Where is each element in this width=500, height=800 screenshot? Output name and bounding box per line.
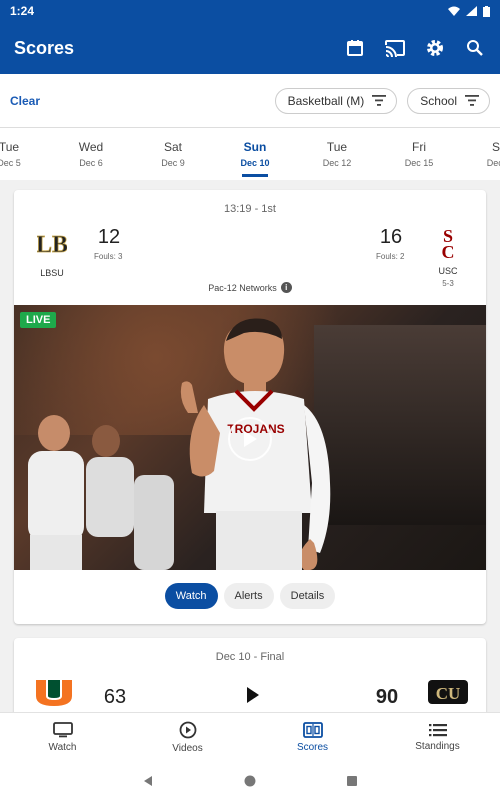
back-icon[interactable] [142,775,154,787]
date-dow: Sun [243,140,267,154]
away-score: 12 [97,226,121,248]
status-bar: 1:24 [0,0,500,22]
status-time: 1:24 [10,4,35,18]
app-bar: Scores [0,22,500,74]
filter-bar: Clear Basketball (M) School [0,74,500,128]
wifi-icon [448,6,460,16]
game-status: Dec 10 - Final [215,651,285,663]
game-actions: Watch Alerts Details [14,583,486,609]
home-score: 16 [379,226,403,248]
school-filter-chip[interactable]: School [407,87,490,114]
bottom-navigation: Watch Videos Scores Standings [0,712,500,762]
nav-scores-label: Scores [296,742,329,753]
page-title: Scores [14,37,75,58]
home-score: 90 [375,686,399,708]
play-icon [244,431,257,447]
nav-watch-label: Watch [48,742,77,753]
date-label: Dec 10 [240,158,270,168]
date-tab-selected[interactable]: Sun Dec 10 [214,128,296,180]
cast-icon[interactable] [384,37,406,59]
nav-scores[interactable]: Scores [250,713,375,762]
usc-logo-icon: SC [442,226,455,262]
date-tab[interactable]: Tue Dec 5 [0,128,50,180]
date-tab[interactable]: Sat Dec 16 [460,128,500,180]
home-team-abbr: USC [438,266,458,276]
date-dow: Wed [78,140,104,154]
scoreboard-icon [302,722,323,738]
clear-filters-button[interactable]: Clear [10,94,265,108]
nav-standings-label: Standings [415,741,460,752]
nav-watch[interactable]: Watch [0,713,125,762]
home-icon[interactable] [244,775,256,787]
live-badge: LIVE [20,312,57,328]
play-circle-icon [179,721,196,739]
settings-icon[interactable] [424,37,446,59]
info-icon[interactable]: i [280,282,292,293]
date-tab[interactable]: Fri Dec 15 [378,128,460,180]
date-tab[interactable]: Wed Dec 6 [50,128,132,180]
date-selector: Tue Dec 5 Wed Dec 6 Sat Dec 9 Sun Dec 10 Tue… [0,128,500,180]
away-team-abbr: LBSU [40,268,64,278]
date-label: Dec 16 [486,158,500,168]
lbsu-logo-icon: LB [36,232,69,259]
play-icon[interactable] [246,686,260,704]
search-icon[interactable] [464,37,486,59]
date-label: Dec 5 [0,158,21,168]
date-label: Dec 12 [322,158,352,168]
live-video-player[interactable]: TROJANS LIVE [14,305,486,570]
date-label: Dec 15 [404,158,434,168]
miami-logo-icon [36,680,72,706]
date-dow: Sat [163,140,182,154]
network-label: Pac-12 Networks [208,282,277,293]
battery-icon [483,5,490,17]
nav-standings[interactable]: Standings [375,713,500,762]
date-label: Dec 9 [161,158,185,168]
sport-filter-label: Basketball (M) [287,93,365,108]
away-fouls: Fouls: 3 [94,252,123,261]
date-tab[interactable]: Tue Dec 12 [296,128,378,180]
list-icon [428,724,447,737]
tv-icon [52,722,73,738]
svg-text:CU: CU [436,684,461,703]
date-dow: Fri [412,140,426,154]
date-dow: Tue [326,140,348,154]
game-card[interactable]: Dec 10 - Final 63 90 CU [14,638,486,718]
alerts-button[interactable]: Alerts [223,583,274,609]
nav-videos-label: Videos [172,743,203,754]
school-filter-label: School [420,93,457,108]
svg-text:C: C [442,242,455,260]
broadcast-network: Pac-12 Networks i [14,282,486,293]
signal-icon [466,6,477,16]
play-button[interactable] [228,417,272,461]
colorado-logo-icon: CU [428,680,468,704]
date-label: Dec 6 [79,158,103,168]
watch-button[interactable]: Watch [164,583,218,609]
sport-filter-chip[interactable]: Basketball (M) [274,87,398,114]
details-button[interactable]: Details [279,583,336,609]
recents-icon[interactable] [346,775,358,787]
nav-videos[interactable]: Videos [125,713,250,762]
date-dow: Tue [0,140,20,154]
date-tab[interactable]: Sat Dec 9 [132,128,214,180]
game-status: 13:19 - 1st [224,203,276,215]
game-card[interactable]: 13:19 - 1st LB LBSU 12 Fouls: 3 16 Fouls… [14,190,486,624]
home-team[interactable]: SC USC 5-3 [430,226,466,288]
filter-icon [372,95,387,106]
filter-icon [465,95,479,106]
system-navigation [0,762,500,800]
home-fouls: Fouls: 2 [376,252,405,261]
away-score: 63 [103,686,127,708]
calendar-icon[interactable] [344,37,366,59]
away-team[interactable]: LB LBSU [34,228,70,278]
svg-text:LB: LB [37,232,67,258]
date-dow: Sat [491,140,500,154]
status-icons [448,5,490,17]
background-player-image [28,415,174,570]
